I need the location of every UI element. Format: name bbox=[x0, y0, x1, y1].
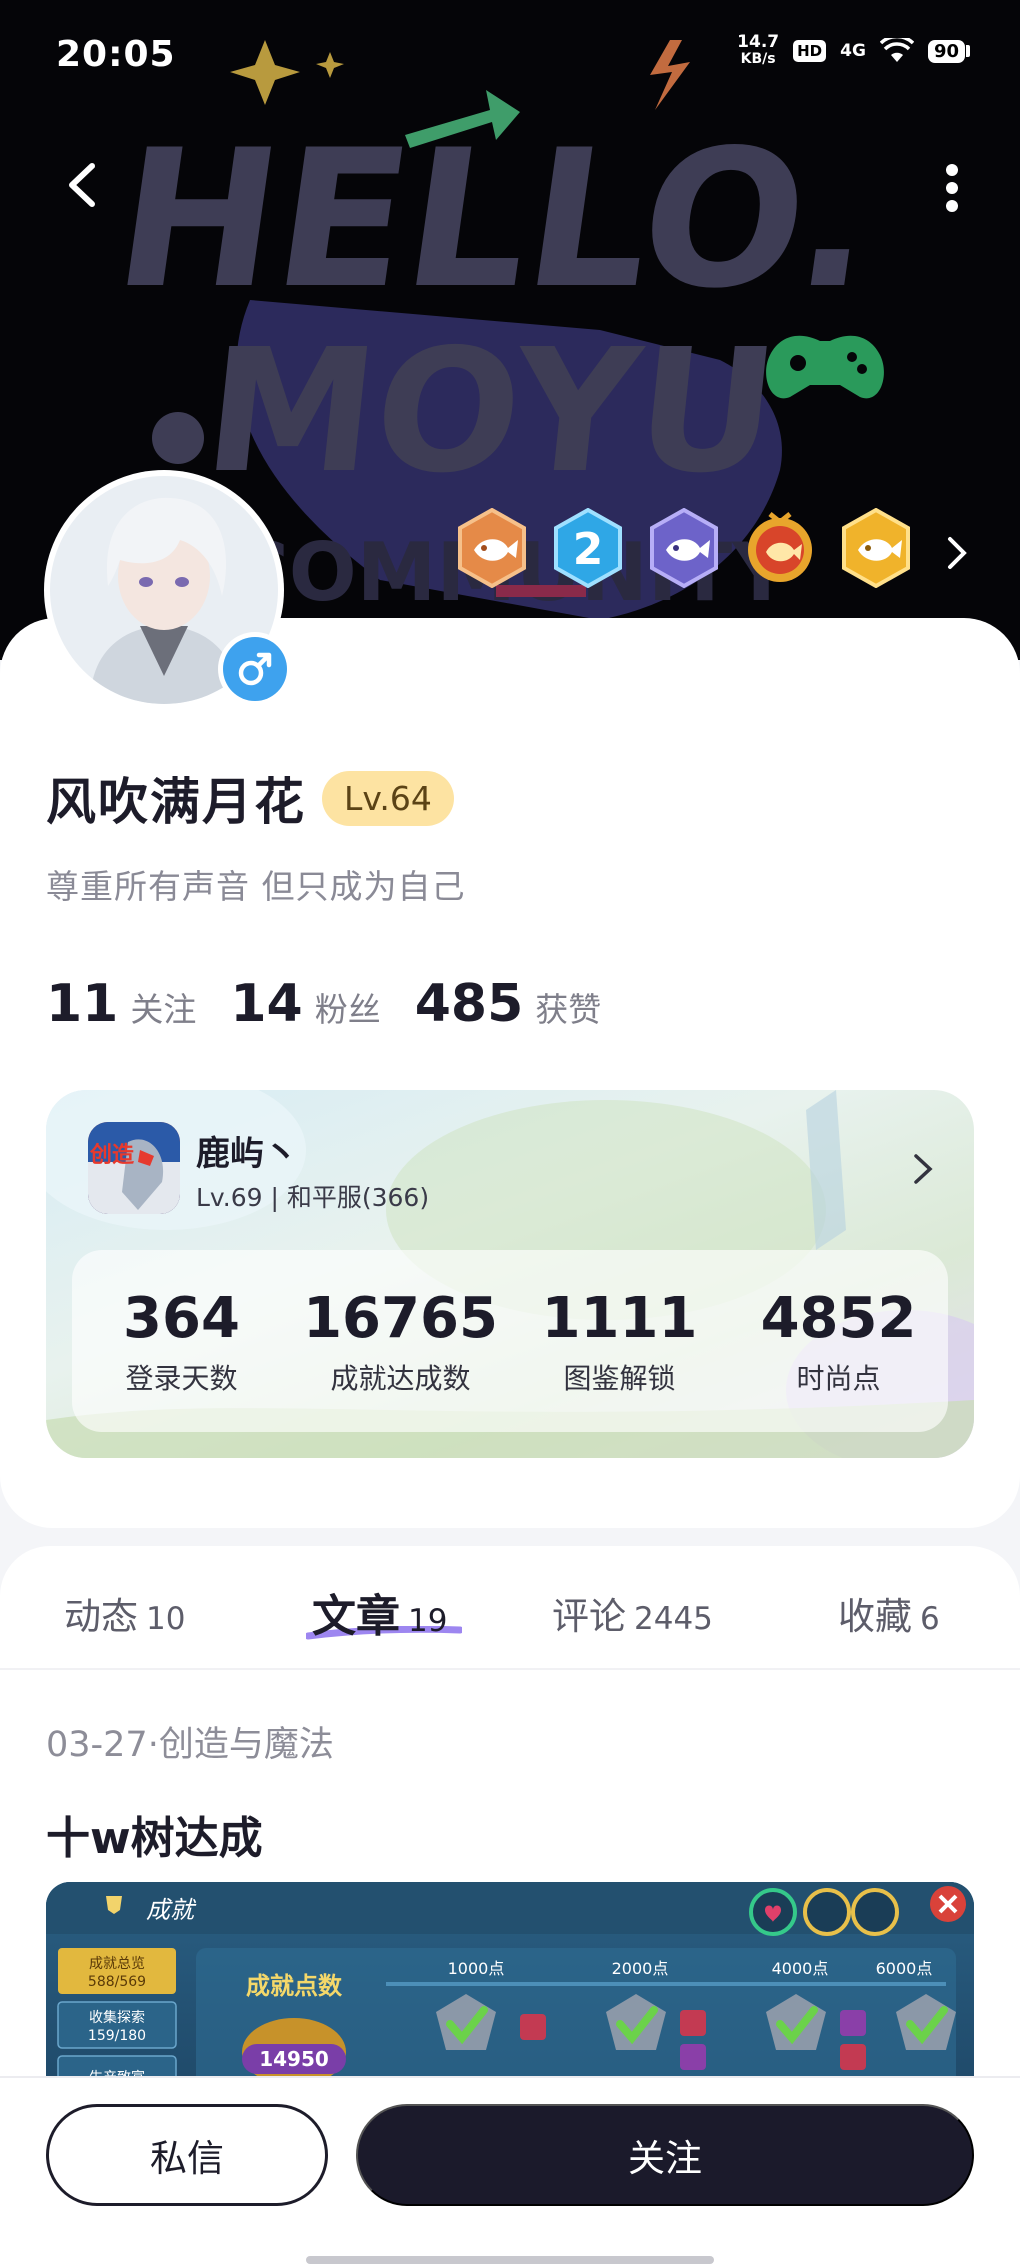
battery-icon: 90 bbox=[927, 39, 970, 63]
game-card-chevron-right-icon bbox=[914, 1154, 933, 1184]
stat-fashion-points: 4852 时尚点 bbox=[729, 1250, 948, 1432]
signature: 尊重所有声音 但只成为自己 bbox=[46, 867, 466, 906]
banner-title-line1: HELLO. bbox=[104, 110, 889, 331]
content-tabs: 动态 10 文章 19 评论 2445 收藏 6 bbox=[0, 1546, 1020, 1670]
post-image-score-label: 成就点数 bbox=[246, 1972, 343, 2000]
net-speed: 14.7 KB/s bbox=[737, 34, 779, 68]
tab-label: 评论 bbox=[552, 1595, 626, 1638]
tab-count: 2445 bbox=[634, 1601, 713, 1637]
wifi-icon bbox=[879, 38, 914, 62]
post-image-milestone: 1000点 bbox=[448, 1959, 505, 1978]
gender-badge bbox=[218, 632, 292, 706]
stat-codex-unlocked: 1111 图鉴解锁 bbox=[510, 1250, 729, 1432]
following-label: 关注 bbox=[130, 990, 197, 1029]
post-image-milestone: 4000点 bbox=[772, 1959, 829, 1978]
followers-label: 粉丝 bbox=[314, 990, 381, 1029]
tab-comments[interactable]: 评论 2445 bbox=[552, 1586, 713, 1640]
tab-articles[interactable]: 文章 19 bbox=[312, 1580, 447, 1644]
likes-count: 485 获赞 bbox=[415, 974, 602, 1034]
role-info: Lv.69 | 和平服(366) bbox=[196, 1183, 430, 1212]
stat-value: 16765 bbox=[303, 1285, 498, 1351]
male-icon bbox=[238, 652, 272, 686]
followers-count[interactable]: 14 粉丝 bbox=[230, 974, 380, 1034]
fish-badge-purple-icon bbox=[650, 508, 718, 588]
post-image-side-item: 588/569 bbox=[88, 1974, 146, 1990]
following-count[interactable]: 11 关注 bbox=[46, 974, 196, 1034]
stat-label: 登录天数 bbox=[125, 1361, 238, 1395]
message-button[interactable]: 私信 bbox=[46, 2104, 328, 2206]
nickname: 风吹满月花 bbox=[46, 773, 306, 831]
home-indicator[interactable] bbox=[306, 2256, 714, 2264]
post-image-side-item: 收集探索 bbox=[89, 2009, 145, 2026]
hd-icon: HD bbox=[793, 40, 827, 62]
follow-button[interactable]: 关注 bbox=[356, 2104, 974, 2206]
fish-badge-bronze-icon bbox=[458, 508, 526, 588]
back-arrow-icon[interactable] bbox=[60, 160, 110, 210]
profile-page: HELLO. MOYU COMMUNITY 20:05 14.7 bbox=[0, 0, 1020, 2267]
post-image-side-item: 159/180 bbox=[88, 2028, 146, 2044]
post-image-milestone: 6000点 bbox=[876, 1959, 933, 1978]
tab-count: 6 bbox=[920, 1601, 940, 1637]
badge-strip[interactable]: 2 bbox=[456, 508, 912, 588]
level-badge: Lv.64 bbox=[322, 770, 454, 826]
game-stats-panel: 364 登录天数 16765 成就达成数 1111 图鉴解锁 4852 时尚点 bbox=[72, 1250, 948, 1432]
more-options-icon[interactable] bbox=[934, 160, 970, 216]
post-title[interactable]: 十w树达成 bbox=[46, 1802, 263, 1866]
game-role-card[interactable]: 创造 鹿屿丶 Lv.69 | 和平服(366) 364 登录天数 16765 成… bbox=[46, 1090, 974, 1458]
status-icons: 14.7 KB/s HD 4G 90 bbox=[737, 34, 970, 68]
game-icon-text: 创造 bbox=[89, 1143, 134, 1168]
post-image-milestone: 2000点 bbox=[612, 1959, 669, 1978]
banner-title-line2: MOYU bbox=[196, 313, 785, 510]
post-image-header: 成就 bbox=[146, 1896, 197, 1924]
followers-num: 14 bbox=[230, 974, 303, 1034]
tab-label: 收藏 bbox=[838, 1595, 912, 1638]
fish-badge-gold-icon bbox=[842, 508, 910, 588]
game-icon-image: 创造 bbox=[88, 1122, 180, 1214]
tab-label: 动态 bbox=[64, 1595, 138, 1638]
tab-favorites[interactable]: 收藏 6 bbox=[838, 1586, 940, 1640]
tab-count: 19 bbox=[408, 1603, 448, 1639]
stat-label: 成就达成数 bbox=[330, 1361, 471, 1395]
stat-label: 图鉴解锁 bbox=[563, 1361, 676, 1395]
post-meta: 03-27·创造与魔法 bbox=[46, 1725, 334, 1765]
signal-4g-icon: 4G bbox=[840, 41, 866, 61]
likes-num: 485 bbox=[414, 974, 524, 1034]
badges-chevron-right-icon[interactable] bbox=[942, 533, 972, 573]
tab-posts[interactable]: 动态 10 bbox=[64, 1586, 185, 1640]
stat-value: 364 bbox=[123, 1285, 240, 1351]
battery-level: 90 bbox=[927, 39, 965, 63]
following-num: 11 bbox=[46, 974, 119, 1034]
status-time: 20:05 bbox=[56, 34, 176, 75]
game-icon: 创造 bbox=[88, 1122, 180, 1214]
stat-value: 4852 bbox=[760, 1285, 917, 1351]
tab-label: 文章 bbox=[312, 1591, 400, 1642]
role-name: 鹿屿丶 bbox=[196, 1134, 298, 1174]
post-image-score-value: 14950 bbox=[259, 2047, 329, 2071]
name-row: 风吹满月花 Lv.64 bbox=[46, 762, 454, 834]
net-speed-value: 14.7 bbox=[737, 32, 780, 52]
stat-login-days: 364 登录天数 bbox=[72, 1250, 291, 1432]
net-speed-unit: KB/s bbox=[740, 51, 776, 67]
post-image-side-item: 成就总览 bbox=[89, 1956, 145, 1972]
stat-value: 1111 bbox=[541, 1285, 698, 1351]
status-bar: 20:05 14.7 KB/s HD 4G 90 bbox=[0, 0, 1020, 110]
likes-label: 获赞 bbox=[535, 990, 602, 1029]
bottom-action-bar: 私信 关注 bbox=[0, 2076, 1020, 2267]
level-2-badge-icon: 2 bbox=[554, 508, 622, 588]
stat-label: 时尚点 bbox=[796, 1361, 881, 1395]
fish-badge-red-icon bbox=[748, 512, 812, 582]
tab-count: 10 bbox=[146, 1601, 186, 1637]
stat-achievements: 16765 成就达成数 bbox=[291, 1250, 510, 1432]
social-counts: 11 关注 14 粉丝 485 获赞 bbox=[46, 974, 601, 1034]
svg-text:2: 2 bbox=[573, 524, 604, 575]
